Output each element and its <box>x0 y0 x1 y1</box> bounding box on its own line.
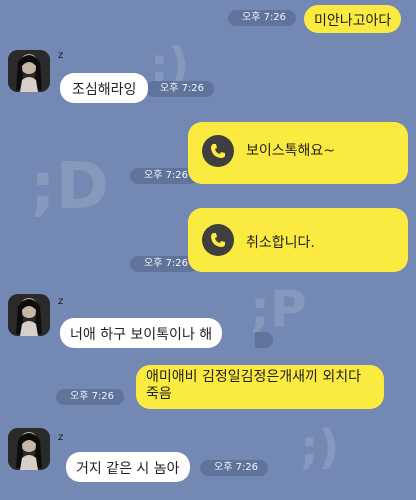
sender-name: z <box>58 50 64 61</box>
my-message-bubble[interactable]: 애미애비 김정일김정은개새끼 외치다 죽음 <box>136 365 384 409</box>
my-message-bubble[interactable]: 미안나고아다 <box>304 5 402 33</box>
voice-talk-label: 보이스톡해요~ <box>246 143 336 159</box>
voice-talk-bubble[interactable]: 보이스톡해요~ <box>188 122 408 184</box>
message-timestamp: 오후 7:26 <box>56 389 125 405</box>
message-timestamp: 오후 7:26 <box>146 81 215 97</box>
watermark-emoticon: ;P <box>250 280 307 338</box>
profile-photo <box>8 294 50 336</box>
their-message-bubble[interactable]: 너애 하구 보이톡이나 해 <box>60 318 223 348</box>
avatar[interactable] <box>8 294 50 336</box>
timestamp-pill-stub <box>255 332 273 348</box>
sender-name: z <box>58 432 64 443</box>
their-message-bubble[interactable]: 거지 같은 시 놈아 <box>66 452 190 482</box>
profile-photo <box>8 428 50 470</box>
watermark-emoticon: ;D <box>30 150 109 224</box>
voice-call-icon <box>202 224 234 256</box>
their-message-bubble[interactable]: 조심해라잉 <box>60 73 149 103</box>
avatar[interactable] <box>8 50 50 92</box>
message-timestamp: 오후 7:26 <box>228 10 297 26</box>
sender-name: z <box>58 296 64 307</box>
message-text-line: 죽음 <box>146 386 172 402</box>
message-text: 미안나고아다 <box>314 13 392 29</box>
voice-talk-bubble[interactable]: 취소합니다. <box>188 208 408 272</box>
watermark-emoticon: ;) <box>300 420 340 474</box>
message-text-line: 애미애비 김정일김정은개새끼 외치다 <box>146 369 361 385</box>
message-text: 너애 하구 보이톡이나 해 <box>70 327 213 343</box>
avatar[interactable] <box>8 428 50 470</box>
message-text: 조심해라잉 <box>72 82 137 98</box>
voice-call-icon <box>202 135 234 167</box>
voice-talk-label: 취소합니다. <box>246 235 315 251</box>
profile-photo <box>8 50 50 92</box>
message-text: 거지 같은 시 놈아 <box>76 461 180 477</box>
message-timestamp: 오후 7:26 <box>200 460 269 476</box>
